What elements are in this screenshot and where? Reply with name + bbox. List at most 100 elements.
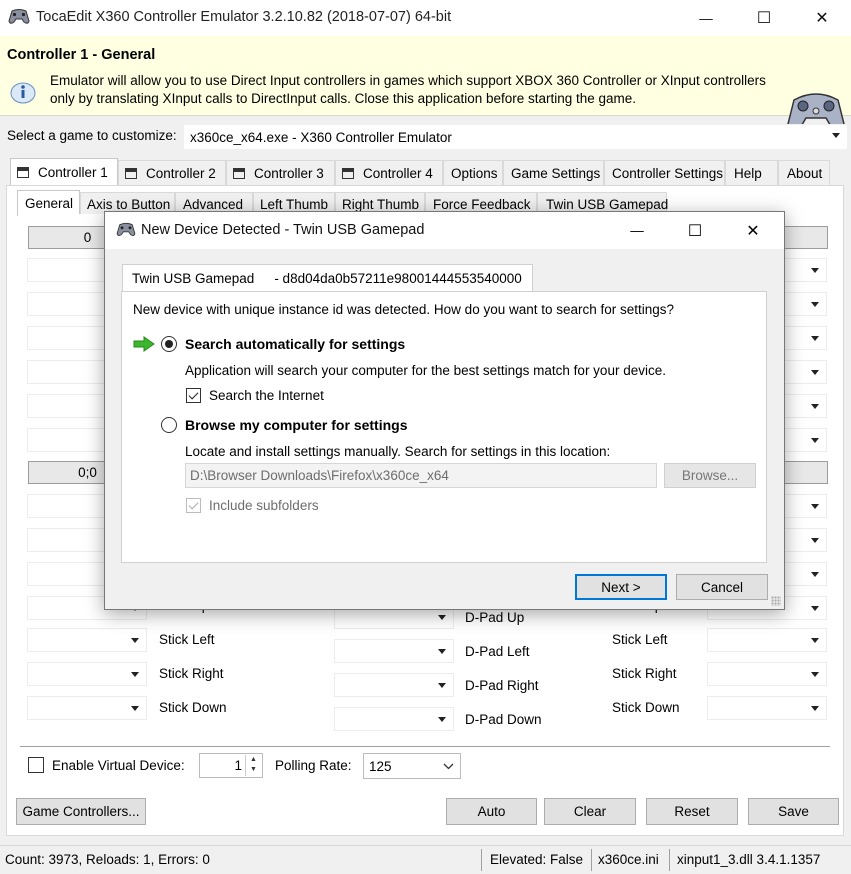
cancel-button[interactable]: Cancel: [676, 574, 768, 600]
chevron-down-icon: [131, 706, 139, 711]
new-device-dialog: New Device Detected - Twin USB Gamepad —…: [104, 211, 785, 610]
info-banner: Controller 1 - General Emulator will all…: [0, 36, 851, 132]
include-subfolders-label: Include subfolders: [209, 498, 319, 513]
mapping-combo[interactable]: [707, 662, 827, 686]
dialog-minimize-button[interactable]: —: [608, 212, 666, 249]
device-tab-name: Twin USB Gamepad: [132, 271, 255, 286]
polling-rate-select[interactable]: 125: [363, 753, 461, 779]
row-label-left-stick-right: Stick Right: [159, 666, 224, 681]
dialog-intro: New device with unique instance id was d…: [133, 302, 675, 317]
status-elevated: Elevated: False: [490, 852, 584, 867]
tab-game-settings[interactable]: Game Settings: [503, 160, 604, 185]
dialog-title: New Device Detected - Twin USB Gamepad: [141, 222, 425, 238]
status-separator: [669, 849, 670, 871]
dialog-close-button[interactable]: ✕: [724, 212, 782, 249]
tab-controller-2[interactable]: Controller 2: [118, 160, 226, 185]
window-title: TocaEdit X360 Controller Emulator 3.2.10…: [36, 9, 452, 25]
gamepad-icon: [116, 222, 136, 237]
tab-controller-1[interactable]: Controller 1: [10, 158, 118, 185]
tab-controller-3[interactable]: Controller 3: [226, 160, 335, 185]
mapping-combo[interactable]: [707, 628, 827, 652]
controller-icon: [17, 166, 29, 178]
status-dll: xinput1_3.dll 3.4.1.1357: [677, 852, 821, 867]
dialog-title-bar: New Device Detected - Twin USB Gamepad —…: [105, 212, 784, 249]
row-label-right-stick-left: Stick Left: [612, 632, 668, 647]
mapping-combo-dpad-down[interactable]: [334, 707, 454, 731]
mapping-combo-stick-down[interactable]: [27, 696, 147, 720]
browse-button[interactable]: Browse...: [664, 463, 756, 488]
polling-rate-value: 125: [369, 759, 392, 774]
game-select[interactable]: x360ce_x64.exe - X360 Controller Emulato…: [183, 124, 848, 150]
clear-button[interactable]: Clear: [544, 798, 636, 825]
next-button[interactable]: Next >: [575, 574, 667, 600]
dialog-body: New device with unique instance id was d…: [121, 291, 767, 563]
tab-help[interactable]: Help: [725, 160, 778, 185]
page-title: Controller 1 - General: [7, 47, 156, 63]
maximize-icon: ☐: [756, 10, 772, 27]
chevron-down-icon: [811, 638, 819, 643]
device-tab-id: - d8d04da0b57211e98001444553540000: [274, 271, 522, 286]
search-auto-label: Search automatically for settings: [185, 336, 406, 352]
chevron-down-icon: [131, 672, 139, 677]
dialog-maximize-button[interactable]: ☐: [666, 212, 724, 249]
include-subfolders-checkbox[interactable]: [186, 498, 201, 513]
minimize-button[interactable]: —: [677, 0, 735, 36]
enable-virtual-checkbox[interactable]: [28, 757, 44, 773]
close-icon: ✕: [746, 222, 760, 240]
close-icon: ✕: [815, 10, 829, 27]
row-label-dpad-down: D-Pad Down: [465, 712, 542, 727]
auto-button[interactable]: Auto: [446, 798, 537, 825]
row-label-dpad-up: D-Pad Up: [465, 610, 525, 625]
mapping-combo-stick-left[interactable]: [27, 628, 147, 652]
info-icon: [10, 82, 36, 104]
polling-rate-label: Polling Rate:: [275, 758, 352, 773]
close-button[interactable]: ✕: [793, 0, 851, 36]
resize-grip-icon[interactable]: [771, 596, 781, 606]
chevron-down-icon: [811, 438, 819, 443]
search-auto-description: Application will search your computer fo…: [185, 363, 666, 378]
tab-options[interactable]: Options: [443, 160, 503, 185]
row-label-right-stick-right: Stick Right: [612, 666, 677, 681]
row-label-dpad-left: D-Pad Left: [465, 644, 530, 659]
tab-controller-settings[interactable]: Controller Settings: [604, 160, 725, 185]
game-select-value: x360ce_x64.exe - X360 Controller Emulato…: [190, 130, 452, 145]
chevron-down-icon: [811, 336, 819, 341]
spinner-arrows-icon[interactable]: ▲ ▼: [245, 755, 261, 776]
save-button[interactable]: Save: [748, 798, 839, 825]
reset-button[interactable]: Reset: [646, 798, 738, 825]
mapping-combo-stick-right[interactable]: [27, 662, 147, 686]
tab-controller-4[interactable]: Controller 4: [335, 160, 443, 185]
chevron-down-icon: [811, 504, 819, 509]
chevron-down-icon: [811, 672, 819, 677]
arrow-right-icon: [133, 336, 155, 352]
chevron-down-icon: [438, 649, 446, 654]
game-controllers-button[interactable]: Game Controllers...: [16, 798, 146, 825]
maximize-button[interactable]: ☐: [735, 0, 793, 36]
chevron-down-icon: [811, 302, 819, 307]
chevron-down-icon: [811, 706, 819, 711]
row-label-left-stick-down: Stick Down: [159, 700, 227, 715]
mapping-combo-dpad-right[interactable]: [334, 673, 454, 697]
virtual-index-spinner[interactable]: 1 ▲ ▼: [199, 753, 263, 778]
status-ini: x360ce.ini: [598, 852, 659, 867]
settings-path-input[interactable]: D:\Browser Downloads\Firefox\x360ce_x64: [185, 463, 657, 488]
search-internet-checkbox[interactable]: [186, 388, 201, 403]
chevron-down-icon: [811, 538, 819, 543]
mapping-combo-dpad-left[interactable]: [334, 639, 454, 663]
tab-about[interactable]: About: [778, 160, 830, 185]
tab-general[interactable]: General: [17, 190, 80, 216]
browse-radio[interactable]: [161, 417, 177, 433]
controller-icon: [125, 167, 137, 179]
mapping-combo[interactable]: [707, 696, 827, 720]
chevron-down-icon: [811, 606, 819, 611]
device-tab[interactable]: Twin USB Gamepad - d8d04da0b57211e980014…: [122, 264, 533, 292]
controller-icon: [233, 167, 245, 179]
maximize-icon: ☐: [687, 222, 703, 240]
chevron-down-icon: [438, 717, 446, 722]
row-label-right-stick-down: Stick Down: [612, 700, 680, 715]
chevron-down-icon: [438, 615, 446, 620]
gamepad-icon: [8, 9, 30, 24]
virtual-index-value: 1: [234, 758, 242, 773]
search-auto-radio[interactable]: [161, 336, 177, 352]
chevron-down-icon: [131, 638, 139, 643]
